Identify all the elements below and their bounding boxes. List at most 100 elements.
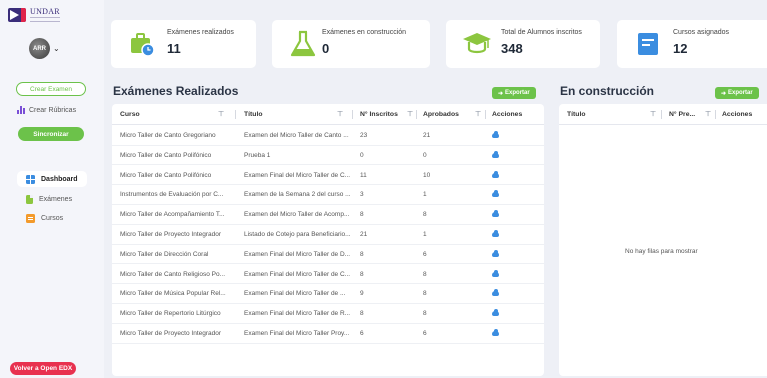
column-header-enrolled[interactable]: N° Inscritos ⊤ <box>360 104 417 125</box>
export-completed-button[interactable]: ➜ Exportar <box>492 87 536 99</box>
cell-course: Instrumentos de Evaluación por C... <box>120 191 224 199</box>
stat-label: Total de Alumnos inscritos <box>501 29 582 36</box>
export-icon: ➜ <box>721 90 727 97</box>
filter-icon[interactable]: ⊤ <box>337 110 343 118</box>
sidebar-item-dashboard[interactable]: Dashboard <box>17 171 87 187</box>
cloud-upload-icon[interactable] <box>492 210 499 218</box>
cell-approved: 8 <box>423 310 427 318</box>
cloud-upload-icon[interactable] <box>492 131 499 138</box>
table-row[interactable]: Micro Taller de Canto Polifónico Prueba 1… <box>112 146 544 166</box>
brand-logo-mark <box>8 7 26 22</box>
bar-chart-icon <box>17 106 25 114</box>
cell-course: Micro Taller de Proyecto Integrador <box>120 231 222 238</box>
document-icon <box>26 194 33 204</box>
column-separator[interactable] <box>485 110 486 119</box>
column-header-label: N° Pre... <box>669 111 696 118</box>
sidebar-item-label: Cursos <box>41 214 64 222</box>
column-separator[interactable] <box>661 110 662 119</box>
cloud-upload-icon[interactable] <box>492 170 499 178</box>
cell-actions <box>492 166 522 185</box>
in-progress-table: Título ⊤ N° Pre... ⊤ Acciones No hay fil… <box>559 104 767 376</box>
cell-course: Micro Taller de Canto Religioso Po... <box>120 270 226 278</box>
export-label: Exportar <box>505 90 530 96</box>
table-row[interactable]: Micro Taller de Repertorio Litúrgico Exam… <box>112 304 544 324</box>
create-exam-button[interactable]: Crear Examen <box>16 82 86 96</box>
user-menu[interactable]: ARR ⌄ <box>29 38 60 59</box>
cell-actions <box>492 245 522 264</box>
column-header-label: Título <box>567 111 586 118</box>
cloud-upload-icon[interactable] <box>492 289 499 297</box>
column-separator[interactable] <box>416 110 417 119</box>
dashboard-icon <box>26 174 35 184</box>
cell-approved: 8 <box>423 211 427 219</box>
cell-actions <box>492 284 522 303</box>
column-header-label: N° Inscritos <box>360 111 398 118</box>
column-header-questions[interactable]: N° Pre... ⊤ <box>669 104 716 125</box>
stat-value: 0 <box>322 41 330 56</box>
cell-approved: 10 <box>423 171 431 179</box>
chevron-down-icon[interactable]: ⌄ <box>53 44 60 53</box>
filter-icon[interactable]: ⊤ <box>407 110 413 118</box>
filter-icon[interactable]: ⊤ <box>475 110 481 118</box>
column-header-label: Acciones <box>492 111 523 118</box>
export-in-progress-button[interactable]: ➜ Exportar <box>715 87 759 99</box>
cell-course: Micro Taller de Música Popular Rel... <box>120 290 226 298</box>
column-separator[interactable] <box>715 110 716 119</box>
cell-course: Micro Taller de Acompañamiento T... <box>120 211 225 219</box>
sidebar-item-exams[interactable]: Exámenes <box>17 191 97 207</box>
table-row[interactable]: Micro Taller de Acompañamiento T... Exame… <box>112 205 544 225</box>
table-row[interactable]: Micro Taller de Canto Religioso Po... Exa… <box>112 265 544 285</box>
sync-button[interactable]: Sincronizar <box>18 127 84 141</box>
cloud-upload-icon[interactable] <box>492 329 499 336</box>
cell-title: Examen Final del Micro Taller de D... <box>244 250 351 258</box>
cell-enrolled: 6 <box>360 330 364 337</box>
cell-approved: 1 <box>423 191 427 199</box>
stat-value: 11 <box>167 41 181 56</box>
cell-title: Examen Final del Micro Taller Proy... <box>244 330 350 337</box>
column-header-approved[interactable]: Aprobados ⊤ <box>423 104 486 125</box>
table-row[interactable]: Micro Taller de Proyecto Integrador Exame… <box>112 324 544 344</box>
table-row[interactable]: Micro Taller de Dirección Coral Examen Fi… <box>112 245 544 265</box>
column-header-title[interactable]: Título ⊤ <box>567 104 662 125</box>
empty-state-message: No hay filas para mostrar <box>625 248 698 255</box>
column-separator[interactable] <box>235 110 236 119</box>
table-row[interactable]: Micro Taller de Proyecto Integrador Lista… <box>112 225 544 245</box>
table-row[interactable]: Micro Taller de Música Popular Rel... Exa… <box>112 284 544 304</box>
filter-icon[interactable]: ⊤ <box>650 110 656 118</box>
cell-title: Examen Final del Micro Taller de ... <box>244 290 346 298</box>
table-header: Título ⊤ N° Pre... ⊤ Acciones <box>559 104 767 125</box>
cell-actions <box>492 265 522 284</box>
stat-card-total-students: Total de Alumnos inscritos 348 <box>446 20 600 68</box>
table-row[interactable]: Micro Taller de Canto Gregoriano Examen d… <box>112 126 544 146</box>
column-header-label: Aprobados <box>423 111 459 118</box>
cell-title: Examen Final del Micro Taller de C... <box>244 270 351 278</box>
table-row[interactable]: Instrumentos de Evaluación por C... Exame… <box>112 185 544 205</box>
cell-course: Micro Taller de Proyecto Integrador <box>120 330 222 337</box>
sidebar-item-courses[interactable]: Cursos <box>17 210 97 226</box>
cloud-upload-icon[interactable] <box>492 150 499 158</box>
table-row[interactable]: Micro Taller de Canto Polifónico Examen F… <box>112 166 544 186</box>
cell-enrolled: 0 <box>360 151 364 159</box>
stat-value: 348 <box>501 41 523 56</box>
flask-icon <box>290 30 316 57</box>
cell-course: Micro Taller de Repertorio Litúrgico <box>120 310 221 318</box>
brand-logo[interactable]: UNDAR <box>8 7 60 22</box>
cell-enrolled: 8 <box>360 270 364 278</box>
cloud-upload-icon[interactable] <box>492 230 499 237</box>
cell-title: Listado de Cotejo para Beneficiario... <box>244 231 351 238</box>
graduation-cap-icon <box>463 33 491 54</box>
column-separator[interactable] <box>352 110 353 119</box>
cloud-upload-icon[interactable] <box>492 269 499 277</box>
cell-title: Prueba 1 <box>244 151 271 159</box>
column-header-course[interactable]: Curso ⊤ <box>120 104 236 125</box>
cloud-upload-icon[interactable] <box>492 309 499 317</box>
filter-icon[interactable]: ⊤ <box>705 110 711 118</box>
create-rubrics-link[interactable]: Crear Rúbricas <box>17 106 76 114</box>
cloud-upload-icon[interactable] <box>492 249 499 257</box>
column-header-actions: Acciones <box>492 104 540 125</box>
filter-icon[interactable]: ⊤ <box>218 110 224 118</box>
column-header-title[interactable]: Título ⊤ <box>244 104 353 125</box>
cloud-upload-icon[interactable] <box>492 190 499 198</box>
avatar[interactable]: ARR <box>29 38 50 59</box>
back-to-open-edx-button[interactable]: Volver a Open EDX <box>10 362 76 375</box>
